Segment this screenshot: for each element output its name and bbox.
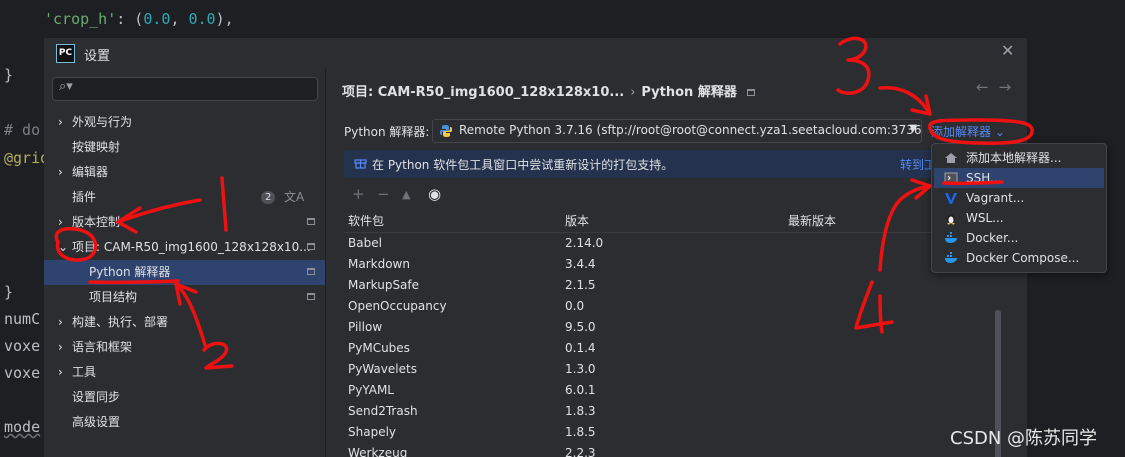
annotation-number-2 bbox=[202, 341, 234, 370]
annotation-circle-add bbox=[928, 118, 1034, 145]
annotation-arrow-2 bbox=[174, 282, 207, 347]
red-annotations bbox=[54, 36, 1034, 370]
annotation-number-4 bbox=[854, 280, 894, 334]
annotation-underline-ssh bbox=[942, 180, 1004, 186]
watermark: CSDN @陈苏同学 bbox=[950, 428, 1098, 449]
annotation-number-1 bbox=[220, 176, 228, 232]
annotation-circle-project bbox=[54, 227, 98, 262]
annotation-arrow-1 bbox=[116, 198, 202, 224]
annotation-underline-python bbox=[88, 279, 180, 285]
annotation-arrow-3 bbox=[878, 85, 932, 116]
annotation-arrow-4 bbox=[878, 184, 932, 272]
annotation-number-3 bbox=[836, 36, 871, 95]
